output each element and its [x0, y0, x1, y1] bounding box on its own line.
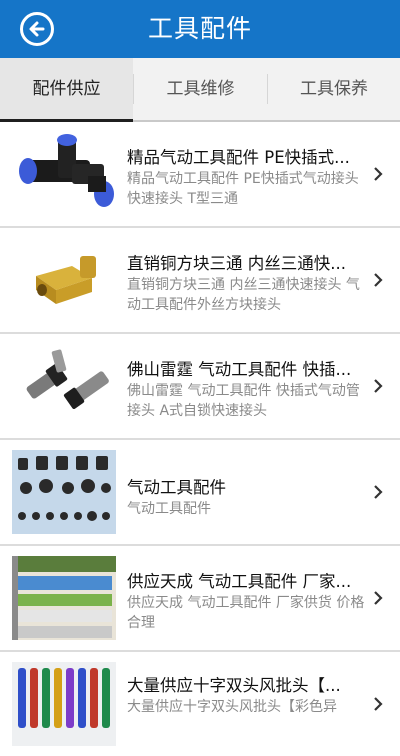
- list-item[interactable]: 佛山雷霆 气动工具配件 快插... 佛山雷霆 气动工具配件 快插式气动管接头 A…: [0, 334, 400, 438]
- list-item[interactable]: 精品气动工具配件 PE快插式... 精品气动工具配件 PE快插式气动接头 快速接…: [0, 122, 400, 226]
- item-title: 供应天成 气动工具配件 厂家...: [127, 572, 352, 591]
- item-description: 佛山雷霆 气动工具配件 快插式气动管接头 A式自锁快速接头: [127, 383, 360, 419]
- tab-tool-repair[interactable]: 工具维修: [134, 58, 267, 120]
- product-thumbnail: [12, 132, 116, 216]
- chevron-right-icon: [374, 485, 383, 499]
- product-thumbnail: [12, 238, 116, 322]
- item-description: 大量供应十字双头风批头【彩色异: [127, 699, 337, 715]
- item-title: 气动工具配件: [127, 478, 226, 497]
- chevron-right-icon: [374, 167, 383, 181]
- product-thumbnail: [12, 344, 116, 428]
- chevron-right-icon: [374, 379, 383, 393]
- chevron-right-icon: [374, 273, 383, 287]
- item-title: 精品气动工具配件 PE快插式...: [127, 148, 350, 167]
- app-header: 工具配件: [0, 0, 400, 58]
- item-title: 大量供应十字双头风批头【...: [127, 676, 341, 695]
- item-description: 直销铜方块三通 内丝三通快速接头 气动工具配件外丝方块接头: [127, 277, 360, 313]
- chevron-right-icon: [374, 697, 383, 711]
- item-title: 佛山雷霆 气动工具配件 快插...: [127, 360, 352, 379]
- product-thumbnail: [12, 556, 116, 640]
- item-title: 直销铜方块三通 内丝三通快...: [127, 254, 346, 273]
- list-item[interactable]: 气动工具配件 气动工具配件: [0, 440, 400, 544]
- item-description: 供应天成 气动工具配件 厂家供货 价格合理: [127, 595, 365, 631]
- item-description: 精品气动工具配件 PE快插式气动接头 快速接头 T型三通: [127, 171, 359, 207]
- page-title: 工具配件: [147, 14, 252, 43]
- tab-bar: 配件供应 工具维修 工具保养: [0, 58, 400, 122]
- tab-parts-supply[interactable]: 配件供应: [0, 58, 133, 122]
- product-thumbnail: [12, 662, 116, 746]
- chevron-right-icon: [374, 591, 383, 605]
- tab-tool-maintenance[interactable]: 工具保养: [268, 58, 400, 120]
- product-thumbnail: [12, 450, 116, 534]
- item-description: 气动工具配件: [127, 501, 211, 517]
- list-item[interactable]: 大量供应十字双头风批头【... 大量供应十字双头风批头【彩色异: [0, 652, 400, 756]
- list-item[interactable]: 供应天成 气动工具配件 厂家... 供应天成 气动工具配件 厂家供货 价格合理: [0, 546, 400, 650]
- list-item[interactable]: 直销铜方块三通 内丝三通快... 直销铜方块三通 内丝三通快速接头 气动工具配件…: [0, 228, 400, 332]
